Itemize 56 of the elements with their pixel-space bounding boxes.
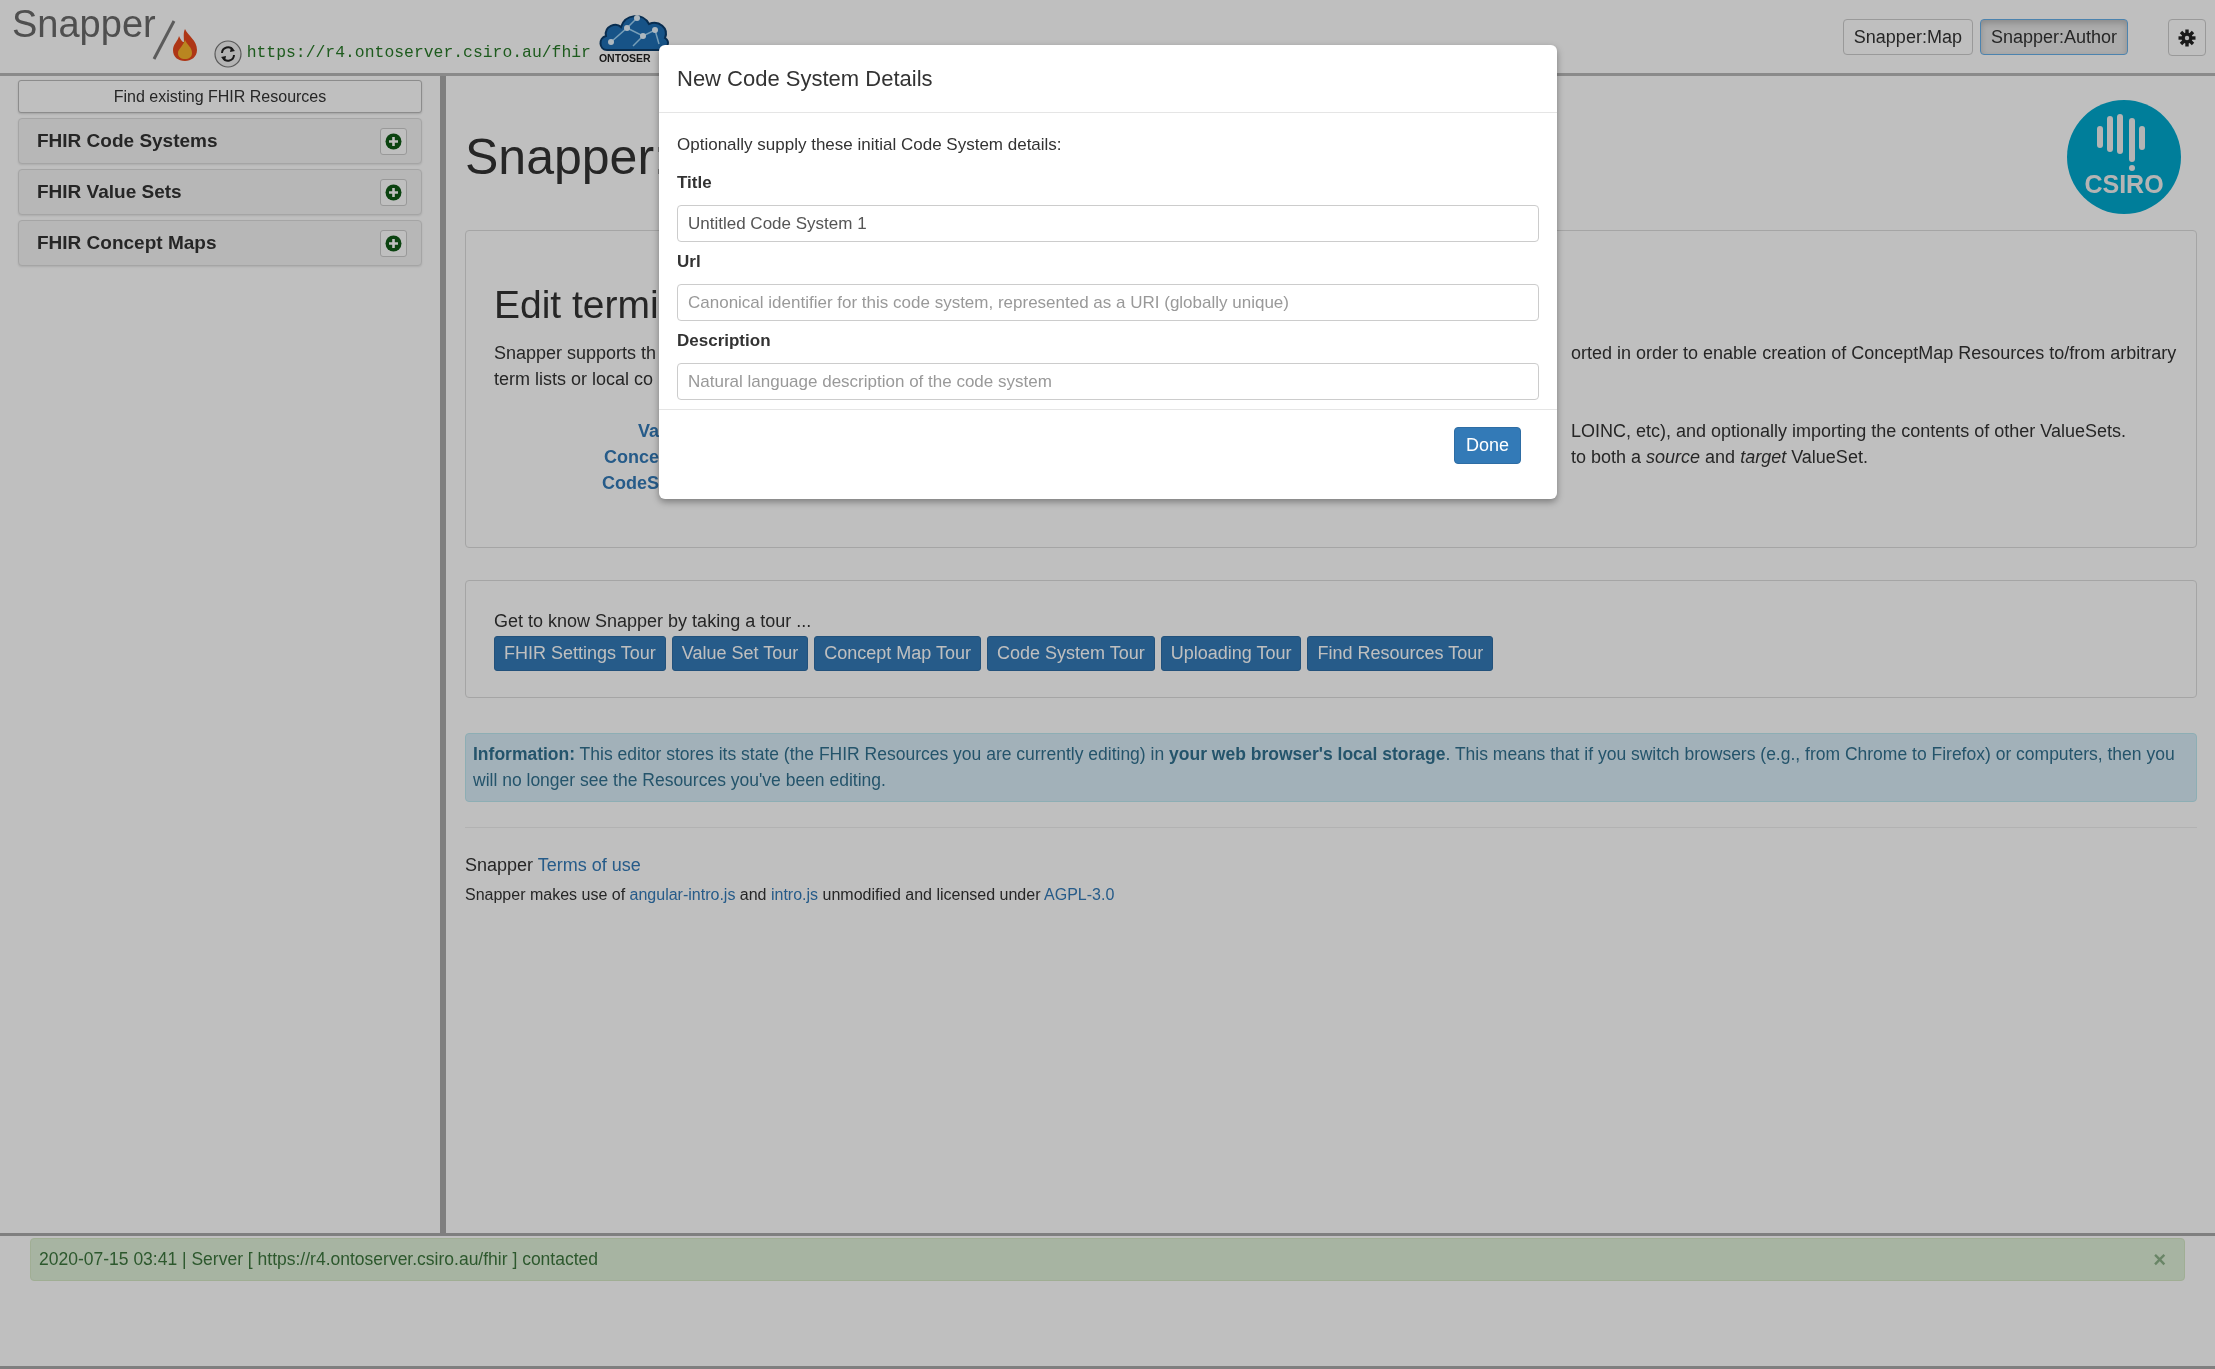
input-field[interactable]: Natural language description of the code system [677, 363, 1539, 400]
feature-label: Conce [603, 446, 659, 469]
footer-link[interactable]: Terms of use [537, 855, 641, 875]
organisation-logo: CSIRO [2067, 100, 2181, 214]
find-resources-button[interactable]: Find existing FHIR Resources [18, 80, 422, 113]
plus-icon [385, 132, 402, 150]
tour-button[interactable]: Concept Map Tour [814, 636, 981, 671]
sidebar-panel-header[interactable]: FHIR Code Systems [18, 118, 422, 164]
dialog-title: New Code System Details [677, 65, 933, 92]
input-field[interactable]: Untitled Code System 1 [677, 205, 1539, 242]
field-label: Description [677, 330, 772, 352]
body-text: term lists or local co [494, 368, 655, 391]
feature-label: CodeS [601, 472, 659, 495]
body-text: to both a source and target ValueSet. [1571, 446, 1869, 469]
done-button[interactable]: Done [1453, 427, 1521, 464]
add-button[interactable] [380, 178, 407, 206]
input-field[interactable]: Canonical identifier for this code system, represented as a URI (globally unique) [677, 284, 1539, 321]
sidebar-panel-header[interactable]: FHIR Value Sets [18, 169, 422, 215]
app-switch-button[interactable]: Snapper:Author [1979, 19, 2128, 55]
tour-prompt: Get to know Snapper by taking a tour ... [494, 610, 813, 632]
footer-text: Snapper Terms of use [465, 854, 642, 877]
app-switch-button[interactable]: Snapper:Map [1842, 19, 1973, 55]
body-text: Snapper supports th [494, 342, 658, 365]
add-button[interactable] [380, 127, 407, 155]
panel-title: FHIR Concept Maps [37, 232, 217, 254]
feature-label: Va [636, 420, 659, 443]
refresh-icon[interactable] [213, 40, 242, 68]
tour-button[interactable]: Uploading Tour [1160, 636, 1302, 671]
panel-title: FHIR Value Sets [37, 181, 182, 203]
add-button[interactable] [380, 229, 407, 257]
sidebar-panel-header[interactable]: FHIR Concept Maps [18, 220, 422, 266]
section-heading: Edit termi [494, 283, 659, 327]
status-text: 2020-07-15 03:41 | Server [ https://r4.ontoserver.csiro.au/fhir ] contacted [39, 1249, 599, 1270]
plus-icon [385, 183, 402, 201]
settings-icon [2178, 28, 2196, 47]
footer-text: Snapper makes use of angular-intro.js and intro.js unmodified and licensed under AGPL-3.0 [465, 885, 1116, 905]
footer-link[interactable]: intro.js [770, 886, 819, 903]
tour-button[interactable]: Value Set Tour [671, 636, 809, 671]
body-text: orted in order to enable creation of ConceptMap Resources to/from arbitrary [1571, 342, 2178, 365]
footer-link[interactable]: angular-intro.js [629, 886, 736, 903]
footer-link[interactable]: AGPL-3.0 [1044, 886, 1115, 903]
info-alert: Information: This editor stores its state (the FHIR Resources you are currently editing) in your web browser's local storage. This means that if you switch browsers (e.g., from Chrome to Firefox) or computers, then you will no longer see the Resources you've been editing. [465, 733, 2197, 802]
tour-button[interactable]: Code System Tour [986, 636, 1155, 671]
app-logo-text: Snapper [12, 2, 156, 46]
panel-title: FHIR Code Systems [37, 130, 218, 152]
settings-button[interactable] [2168, 19, 2206, 56]
plus-icon [385, 234, 402, 252]
field-label: Url [677, 251, 702, 273]
server-url: https://r4.ontoserver.csiro.au/fhir [246, 43, 591, 62]
field-label: Title [677, 172, 713, 194]
page-title: Snapper: [465, 128, 668, 186]
tour-button[interactable]: FHIR Settings Tour [494, 636, 666, 671]
tour-button[interactable]: Find Resources Tour [1307, 636, 1494, 671]
body-text: LOINC, etc), and optionally importing the contents of other ValueSets. [1571, 420, 2127, 443]
logo-caption: ONTOSER [598, 52, 651, 64]
dialog-prompt: Optionally supply these initial Code System details: [677, 134, 1063, 156]
